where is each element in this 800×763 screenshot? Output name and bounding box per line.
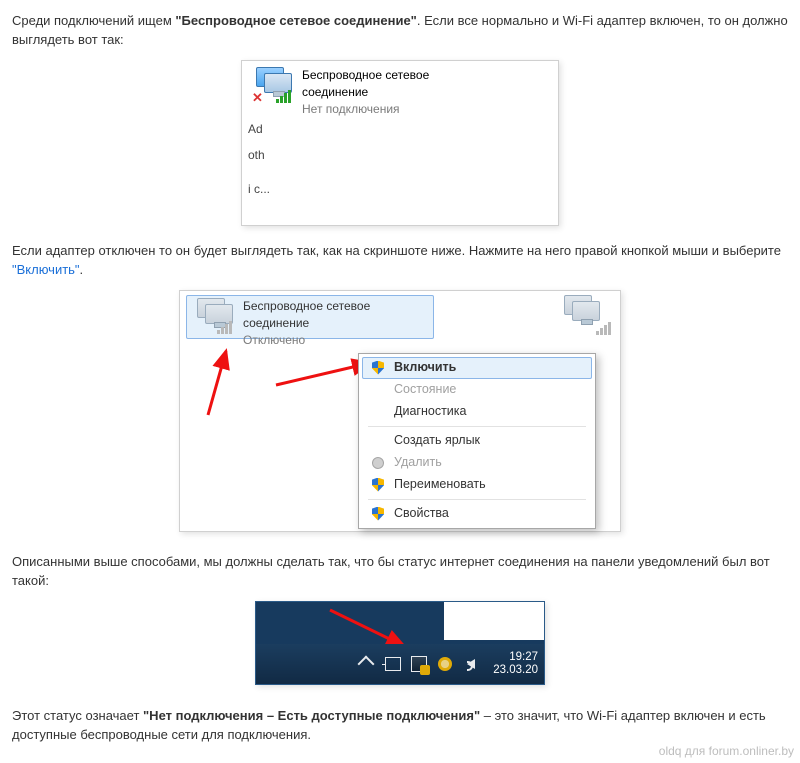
paragraph-2: Если адаптер отключен то он будет выгляд…	[12, 242, 788, 280]
paragraph-4: Этот статус означает "Нет подключения – …	[12, 707, 788, 745]
signal-bars-icon	[276, 89, 294, 103]
shield-icon	[370, 360, 386, 376]
bold-phrase-1: "Беспроводное сетевое соединение"	[175, 13, 416, 28]
screenshot-2-wrap: Беспроводное сетевое соединение Отключен…	[12, 290, 788, 538]
shield-icon	[370, 506, 386, 522]
text-fragment: oth	[248, 147, 265, 164]
screenshot-3-wrap: 19:27 23.03.20	[12, 601, 788, 691]
error-x-icon: ✕	[252, 89, 266, 103]
screenshot-1-wrap: ✕ Беспроводное сетевое соединение Нет по…	[12, 60, 788, 226]
adapter-entry: ✕ Беспроводное сетевое соединение Нет по…	[242, 63, 558, 123]
adapter-title-line1: Беспроводное сетевое	[302, 67, 429, 84]
menu-separator	[368, 499, 586, 500]
menu-separator	[368, 426, 586, 427]
adapter2-title-line1: Беспроводное сетевое	[243, 298, 370, 315]
wifi-adapter-disabled-icon	[191, 298, 235, 334]
paragraph-1: Среди подключений ищем "Беспроводное сет…	[12, 12, 788, 50]
action-center-flag-icon[interactable]	[385, 656, 401, 672]
bold-phrase-2: "Нет подключения – Есть доступные подклю…	[143, 708, 480, 723]
menu-item-shortcut[interactable]: Создать ярлык	[362, 430, 592, 452]
tray-clock[interactable]: 19:27 23.03.20	[493, 651, 538, 676]
network-status-icon[interactable]	[411, 656, 427, 672]
adapter-status: Нет подключения	[302, 101, 429, 118]
menu-item-delete: Удалить	[362, 452, 592, 474]
watermark-text: oldq для forum.onliner.by	[659, 743, 794, 760]
menu-item-rename[interactable]: Переименовать	[362, 474, 592, 496]
menu-item-enable[interactable]: Включить	[362, 357, 592, 379]
enable-link-text: "Включить"	[12, 262, 80, 277]
delete-disabled-icon	[370, 455, 386, 471]
screenshot-2: Беспроводное сетевое соединение Отключен…	[179, 290, 621, 532]
screenshot-3: 19:27 23.03.20	[255, 601, 545, 685]
text-fragment: Ad	[248, 121, 263, 138]
chevron-up-icon[interactable]	[359, 656, 375, 672]
wifi-adapter-icon: ✕	[250, 67, 294, 103]
menu-item-state: Состояние	[362, 379, 592, 401]
context-menu: Включить Состояние Диагностика Создать я…	[358, 353, 596, 529]
adapter-title-line2: соединение	[302, 84, 429, 101]
shield-icon	[370, 477, 386, 493]
menu-item-properties[interactable]: Свойства	[362, 503, 592, 525]
red-arrow-icon	[198, 345, 258, 425]
power-sun-icon[interactable]	[437, 656, 453, 672]
menu-item-diagnostics[interactable]: Диагностика	[362, 401, 592, 423]
text-fragment: і с...	[248, 181, 270, 198]
adapter-other-icon	[558, 295, 614, 335]
taskbar: 19:27 23.03.20	[256, 644, 544, 684]
speaker-icon[interactable]	[463, 656, 479, 672]
paragraph-3: Описанными выше способами, мы должны сде…	[12, 553, 788, 591]
adapter2-title-line2: соединение	[243, 315, 370, 332]
screenshot-1: ✕ Беспроводное сетевое соединение Нет по…	[241, 60, 559, 226]
signal-bars-gray-icon	[217, 320, 235, 334]
